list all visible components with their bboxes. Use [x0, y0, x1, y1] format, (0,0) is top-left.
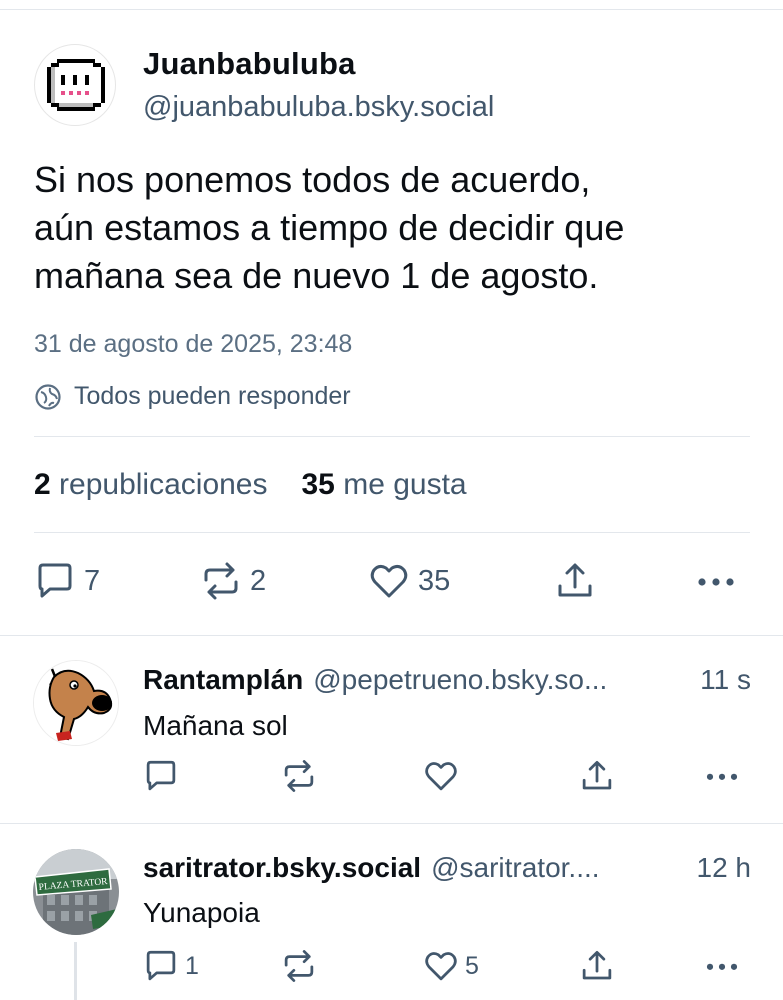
reply-handle[interactable]: @saritrator....	[431, 852, 680, 884]
globe-icon	[35, 383, 61, 410]
repost-button[interactable]	[281, 758, 323, 794]
repost-button[interactable]	[281, 948, 323, 984]
repost-button[interactable]: 2	[200, 560, 266, 602]
divider	[34, 532, 750, 533]
more-icon	[698, 578, 734, 586]
share-button[interactable]	[579, 948, 615, 984]
reply-text: Yunapoia	[143, 897, 260, 928]
more-icon	[706, 773, 738, 780]
reply-header: saritrator.bsky.social @saritrator.... 1…	[143, 852, 751, 884]
reply-button[interactable]: 1	[143, 948, 199, 984]
repost-icon	[284, 950, 314, 982]
reply-handle[interactable]: @pepetrueno.bsky.so...	[313, 664, 684, 696]
author-avatar[interactable]	[34, 44, 116, 126]
divider	[34, 436, 750, 437]
like-button[interactable]: 35	[368, 560, 450, 602]
reply-avatar[interactable]: PLAZA TRATOR	[33, 849, 119, 935]
reply-display-name[interactable]: Rantamplán	[143, 664, 303, 696]
like-count: 35	[418, 564, 451, 597]
repost-icon	[204, 562, 238, 600]
post-text-line: Si nos ponemos todos de acuerdo,	[34, 159, 591, 200]
post-timestamp[interactable]: 31 de agosto de 2025, 23:48	[34, 330, 352, 359]
post-text-line: mañana sea de nuevo 1 de agosto.	[34, 255, 599, 296]
divider	[0, 635, 783, 636]
repost-count: 2	[250, 564, 267, 597]
reply-actions: 1 5	[143, 948, 753, 988]
likes-stat[interactable]: 35 me gusta	[302, 468, 467, 502]
reply-time[interactable]: 12 h	[697, 852, 752, 884]
post-text-line: aún estamos a tiempo de decidir que	[34, 207, 625, 248]
share-icon	[582, 950, 612, 980]
reposts-stat-label: republicaciones	[59, 468, 268, 501]
reply-button[interactable]	[143, 758, 185, 794]
likes-stat-label: me gusta	[343, 468, 467, 501]
reply-actions	[143, 758, 753, 798]
share-button[interactable]	[554, 560, 596, 602]
divider	[0, 823, 783, 824]
reposts-stat[interactable]: 2 republicaciones	[34, 468, 268, 502]
share-button[interactable]	[579, 758, 615, 794]
reply-icon	[146, 760, 176, 791]
reply-text: Mañana sol	[143, 710, 288, 741]
author-handle[interactable]: @juanbabuluba.bsky.social	[143, 91, 494, 124]
likes-stat-count: 35	[301, 468, 335, 501]
reposts-stat-count: 2	[34, 468, 51, 501]
top-divider	[0, 9, 783, 10]
reply-header: Rantamplán @pepetrueno.bsky.so... 11 s	[143, 664, 751, 696]
reply-button[interactable]: 7	[34, 560, 100, 602]
repost-icon	[284, 760, 314, 792]
share-icon	[558, 563, 592, 597]
reply-setting[interactable]: Todos pueden responder	[34, 382, 351, 411]
post-stats: 2 republicaciones 35 me gusta	[34, 468, 467, 502]
reply-avatar[interactable]	[33, 660, 119, 746]
reply-display-name[interactable]: saritrator.bsky.social	[143, 852, 421, 884]
like-count: 5	[465, 951, 479, 980]
reply-icon	[146, 950, 176, 981]
like-button[interactable]: 5	[423, 948, 479, 984]
reply-count: 7	[84, 564, 101, 597]
like-icon	[425, 952, 457, 981]
like-icon	[370, 564, 408, 598]
reply-time[interactable]: 11 s	[700, 664, 751, 696]
reply-icon	[38, 563, 72, 598]
reply-count: 1	[185, 951, 199, 980]
post-actions: 7 2 35	[34, 560, 750, 608]
more-button[interactable]	[703, 758, 741, 794]
more-button[interactable]	[694, 560, 738, 602]
more-icon	[706, 963, 738, 970]
like-icon	[425, 762, 457, 791]
more-button[interactable]	[703, 948, 741, 984]
post-body: Si nos ponemos todos de acuerdo, aún est…	[34, 156, 754, 300]
share-icon	[582, 760, 612, 790]
like-button[interactable]	[423, 758, 465, 794]
reply-setting-label: Todos pueden responder	[74, 382, 351, 410]
author-display-name[interactable]: Juanbabuluba	[143, 46, 356, 82]
thread-line	[74, 942, 77, 1000]
